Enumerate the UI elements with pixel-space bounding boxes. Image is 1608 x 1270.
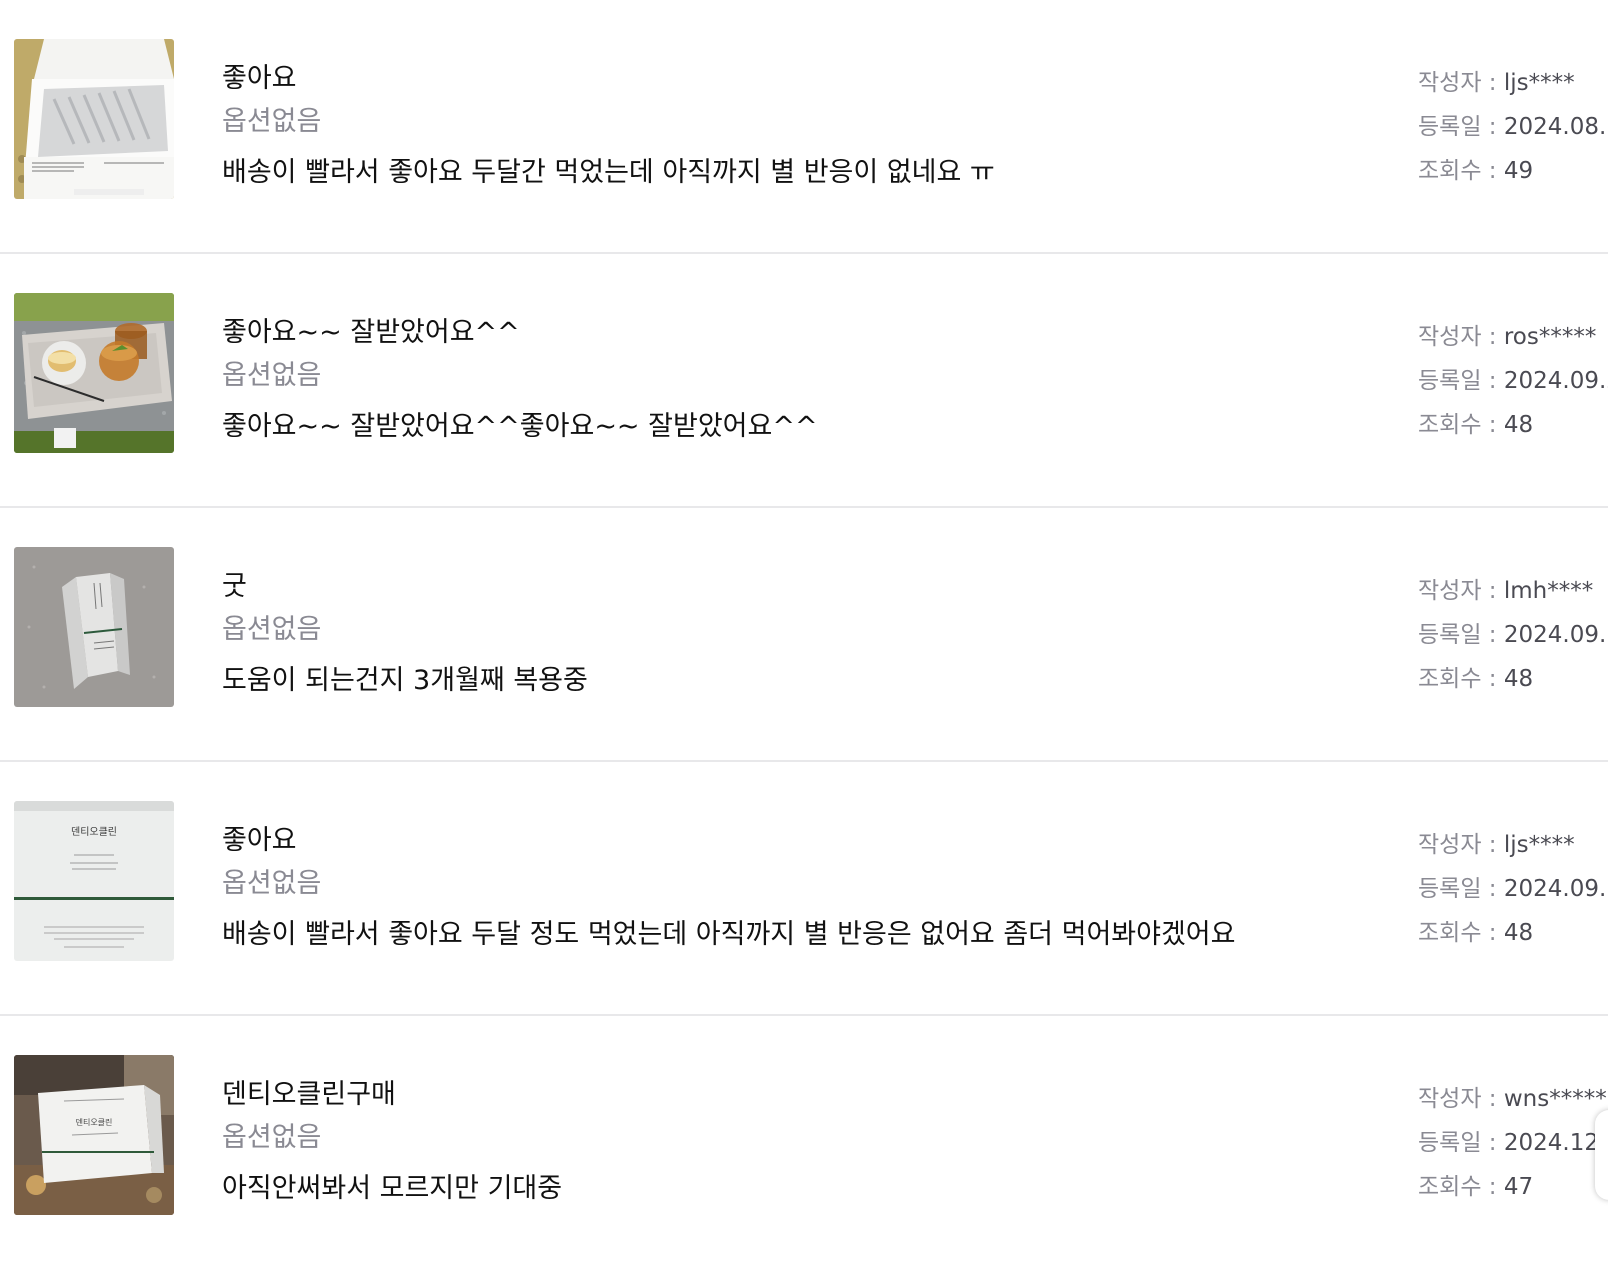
- review-content[interactable]: 배송이 빨라서 좋아요 두달 정도 먹었는데 아직까지 별 반응은 없어요 좀더…: [222, 912, 1236, 951]
- author-label: 작성자: [1418, 70, 1482, 96]
- author-value: ljs****: [1503, 70, 1575, 96]
- review-title[interactable]: 좋아요: [222, 56, 297, 95]
- author-value: ros*****: [1503, 324, 1597, 350]
- views-value: 48: [1503, 666, 1534, 692]
- review-views: 조회수 : 47: [1418, 1174, 1534, 1200]
- review-title[interactable]: 좋아요~~ 잘받았어요^^: [222, 310, 520, 349]
- review-date: 등록일 : 2024.09.1: [1418, 869, 1608, 903]
- review-date: 등록일 : 2024.09.2: [1418, 361, 1608, 395]
- review-author: 작성자 : wns*****: [1418, 1086, 1607, 1112]
- review-date: 등록일 : 2024.09.1: [1418, 615, 1608, 649]
- review-date: 등록일 : 2024.12: [1418, 1130, 1599, 1156]
- photo-open-box-sachets-icon: [14, 39, 174, 199]
- review-views: 조회수 : 48: [1418, 412, 1534, 438]
- review-option: 옵션없음: [222, 360, 322, 391]
- review-thumbnail[interactable]: [14, 293, 174, 453]
- review-option: 옵션없음: [222, 106, 322, 137]
- floating-side-tab[interactable]: [1595, 1110, 1608, 1200]
- review-row[interactable]: 좋아요~~ 잘받았어요^^ 옵션없음 좋아요~~ 잘받았어요^^좋아요~~ 잘받…: [0, 254, 1608, 508]
- review-content[interactable]: 좋아요~~ 잘받았어요^^좋아요~~ 잘받았어요^^: [222, 404, 818, 443]
- review-option: 옵션없음: [222, 868, 322, 899]
- views-label: 조회수: [1418, 920, 1482, 946]
- review-row[interactable]: 덴티오클린 덴티오클린구매 옵션없음 아직안써봐서 모르지만 기대중 작성자 :…: [0, 1016, 1608, 1270]
- thumb-box-brand: 덴티오클린: [71, 826, 117, 838]
- date-value: 2024.08.1: [1503, 114, 1608, 140]
- review-thumbnail[interactable]: [14, 39, 174, 199]
- review-option: 옵션없음: [222, 614, 322, 645]
- author-label: 작성자: [1418, 832, 1482, 858]
- review-author: 작성자 : lmh****: [1418, 578, 1594, 604]
- review-thumbnail[interactable]: 덴티오클린: [14, 1055, 174, 1215]
- views-label: 조회수: [1418, 412, 1482, 438]
- review-row[interactable]: 좋아요 옵션없음 배송이 빨라서 좋아요 두달간 먹었는데 아직까지 별 반응이…: [0, 0, 1608, 254]
- review-views: 조회수 : 49: [1418, 158, 1534, 184]
- date-value: 2024.09.1: [1503, 622, 1608, 648]
- views-label: 조회수: [1418, 158, 1482, 184]
- review-content[interactable]: 배송이 빨라서 좋아요 두달간 먹었는데 아직까지 별 반응이 없네요 ㅠ: [222, 150, 995, 189]
- views-label: 조회수: [1418, 1174, 1482, 1200]
- review-content[interactable]: 도움이 되는건지 3개월째 복용중: [222, 658, 588, 697]
- views-value: 48: [1503, 920, 1534, 946]
- review-row[interactable]: 덴티오클린 좋아요 옵션없음 배송이 빨라서 좋아요 두달 정도 먹었는데 아직…: [0, 762, 1608, 1016]
- review-views: 조회수 : 48: [1418, 666, 1534, 692]
- date-value: 2024.12: [1503, 1130, 1599, 1156]
- review-thumbnail[interactable]: 덴티오클린: [14, 801, 174, 961]
- review-date: 등록일 : 2024.08.1: [1418, 107, 1608, 141]
- views-value: 48: [1503, 412, 1534, 438]
- author-value: ljs****: [1503, 832, 1575, 858]
- date-label: 등록일: [1418, 114, 1482, 140]
- author-value: lmh****: [1503, 578, 1594, 604]
- review-option: 옵션없음: [222, 1122, 322, 1153]
- author-label: 작성자: [1418, 578, 1482, 604]
- date-label: 등록일: [1418, 368, 1482, 394]
- author-label: 작성자: [1418, 324, 1482, 350]
- photo-tray-with-tea-icon: [14, 293, 174, 453]
- author-label: 작성자: [1418, 1086, 1482, 1112]
- review-content[interactable]: 아직안써봐서 모르지만 기대중: [222, 1166, 562, 1205]
- views-label: 조회수: [1418, 666, 1482, 692]
- author-value: wns*****: [1503, 1086, 1607, 1112]
- date-label: 등록일: [1418, 1130, 1482, 1156]
- review-author: 작성자 : ljs****: [1418, 832, 1575, 858]
- review-title[interactable]: 좋아요: [222, 818, 297, 857]
- views-value: 47: [1503, 1174, 1534, 1200]
- review-row[interactable]: 굿 옵션없음 도움이 되는건지 3개월째 복용중 작성자 : lmh**** 등…: [0, 508, 1608, 762]
- review-list: 좋아요 옵션없음 배송이 빨라서 좋아요 두달간 먹었는데 아직까지 별 반응이…: [0, 0, 1608, 1242]
- review-thumbnail[interactable]: [14, 547, 174, 707]
- photo-sachet-packets-icon: [14, 547, 174, 707]
- review-author: 작성자 : ljs****: [1418, 70, 1575, 96]
- photo-product-box-on-table-icon: 덴티오클린: [14, 1055, 174, 1215]
- views-value: 49: [1503, 158, 1534, 184]
- thumb-box-brand: 덴티오클린: [76, 1117, 113, 1127]
- date-label: 등록일: [1418, 876, 1482, 902]
- review-title[interactable]: 굿: [222, 564, 247, 603]
- review-title[interactable]: 덴티오클린구매: [222, 1072, 396, 1111]
- date-label: 등록일: [1418, 622, 1482, 648]
- date-value: 2024.09.2: [1503, 368, 1608, 394]
- review-author: 작성자 : ros*****: [1418, 324, 1597, 350]
- photo-product-box-top-icon: 덴티오클린: [14, 801, 174, 961]
- date-value: 2024.09.1: [1503, 876, 1608, 902]
- review-views: 조회수 : 48: [1418, 920, 1534, 946]
